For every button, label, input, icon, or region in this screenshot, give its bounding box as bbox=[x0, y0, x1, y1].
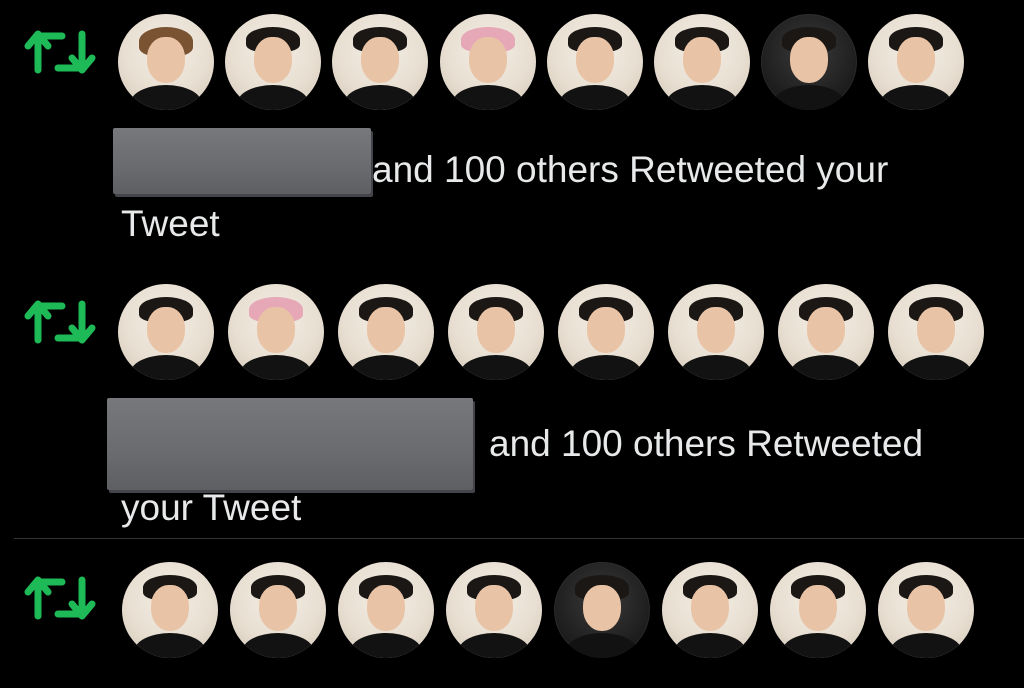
avatar[interactable] bbox=[332, 14, 428, 110]
avatar[interactable] bbox=[662, 562, 758, 658]
avatar[interactable] bbox=[778, 284, 874, 380]
avatar[interactable] bbox=[446, 562, 542, 658]
avatar[interactable] bbox=[761, 14, 857, 110]
avatar[interactable] bbox=[878, 562, 974, 658]
retweet-icon bbox=[22, 292, 98, 352]
notification-text: your Tweet bbox=[121, 487, 302, 528]
retweet-notification-1[interactable]: and 100 others Retweeted your Tweet bbox=[0, 0, 1024, 270]
avatar[interactable] bbox=[440, 14, 536, 110]
avatar[interactable] bbox=[228, 284, 324, 380]
avatar[interactable] bbox=[654, 14, 750, 110]
notification-text: and 100 others Retweeted bbox=[489, 423, 924, 464]
notification-text: Tweet bbox=[121, 203, 220, 244]
redacted-username bbox=[107, 398, 473, 490]
avatar[interactable] bbox=[230, 562, 326, 658]
retweet-icon bbox=[22, 22, 98, 82]
avatar[interactable] bbox=[448, 284, 544, 380]
retweet-icon bbox=[22, 568, 98, 628]
avatar[interactable] bbox=[547, 14, 643, 110]
avatar[interactable] bbox=[668, 284, 764, 380]
avatar[interactable] bbox=[122, 562, 218, 658]
avatar[interactable] bbox=[118, 14, 214, 110]
redacted-username bbox=[113, 128, 371, 194]
avatar[interactable] bbox=[554, 562, 650, 658]
retweet-notification-2[interactable]: and 100 others Retweeted your Tweet bbox=[0, 270, 1024, 538]
avatar[interactable] bbox=[770, 562, 866, 658]
avatar[interactable] bbox=[338, 562, 434, 658]
avatar[interactable] bbox=[225, 14, 321, 110]
avatar[interactable] bbox=[558, 284, 654, 380]
notification-text: and 100 others Retweeted your bbox=[372, 149, 889, 190]
retweet-notification-3[interactable] bbox=[0, 548, 1024, 688]
avatar[interactable] bbox=[868, 14, 964, 110]
divider bbox=[14, 538, 1024, 539]
avatar[interactable] bbox=[118, 284, 214, 380]
avatar[interactable] bbox=[338, 284, 434, 380]
avatar[interactable] bbox=[888, 284, 984, 380]
